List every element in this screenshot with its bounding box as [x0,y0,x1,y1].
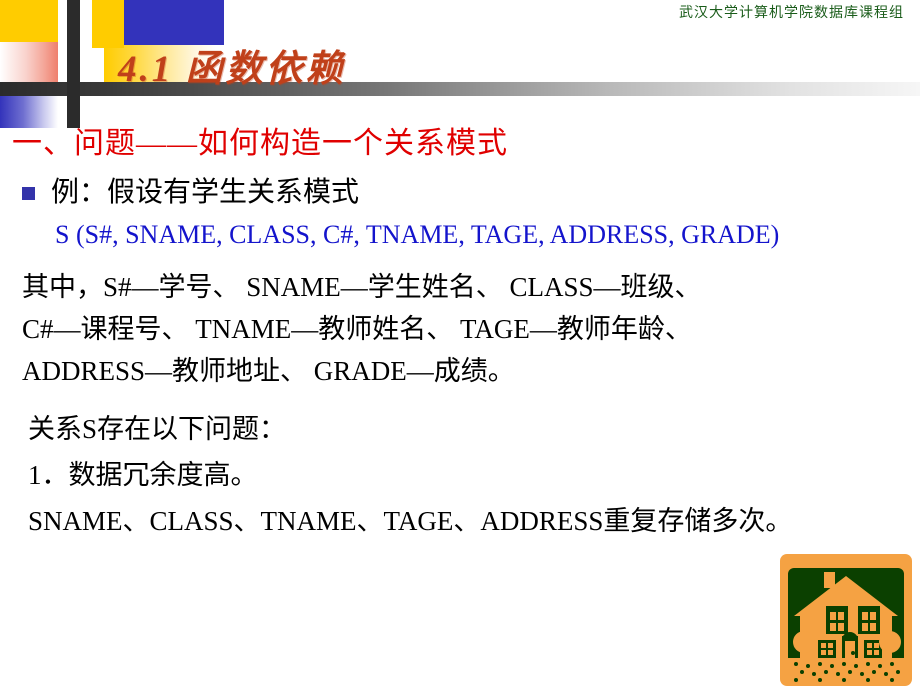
decor-yellow-block-left [0,0,58,42]
slide-canvas: 武汉大学计算机学院数据库课程组 4.1 函数依赖 一、问题——如何构造一个关系模… [0,0,920,690]
legend-line: 其中，S#—学号、 SNAME—学生姓名、 CLASS—班级、 [22,272,702,302]
attribute-legend-block: 其中，S#—学号、 SNAME—学生姓名、 CLASS—班级、 C#—课程号、 … [22,266,702,392]
course-group-header: 武汉大学计算机学院数据库课程组 [679,5,904,21]
problem-list-block: 关系S存在以下问题： 1．数据冗余度高。 SNAME、CLASS、TNAME、T… [28,406,792,544]
page-title: 4.1 函数依赖 [118,49,346,90]
relation-schema-text: S (S#, SNAME, CLASS, C#, TNAME, TAGE, AD… [55,220,780,249]
problem-detail-line: SNAME、CLASS、TNAME、TAGE、ADDRESS重复存储多次。 [28,506,793,536]
bullet-list-item: 例：假设有学生关系模式 [22,170,359,210]
bullet-item-label: 例：假设有学生关系模式 [51,177,360,208]
house-icon [788,568,904,682]
square-bullet-icon [22,186,35,200]
problem-item-line: 1．数据冗余度高。 [28,460,258,490]
legend-line: ADDRESS—教师地址、 GRADE—成绩。 [22,356,515,386]
decor-dark-vertical-bar [67,0,80,128]
legend-line: C#—课程号、 TNAME—教师姓名、 TAGE—教师年龄、 [22,314,692,344]
house-clipart [780,554,912,686]
section-heading: 一、问题——如何构造一个关系模式 [12,127,508,160]
problem-intro-line: 关系S存在以下问题： [28,414,287,444]
